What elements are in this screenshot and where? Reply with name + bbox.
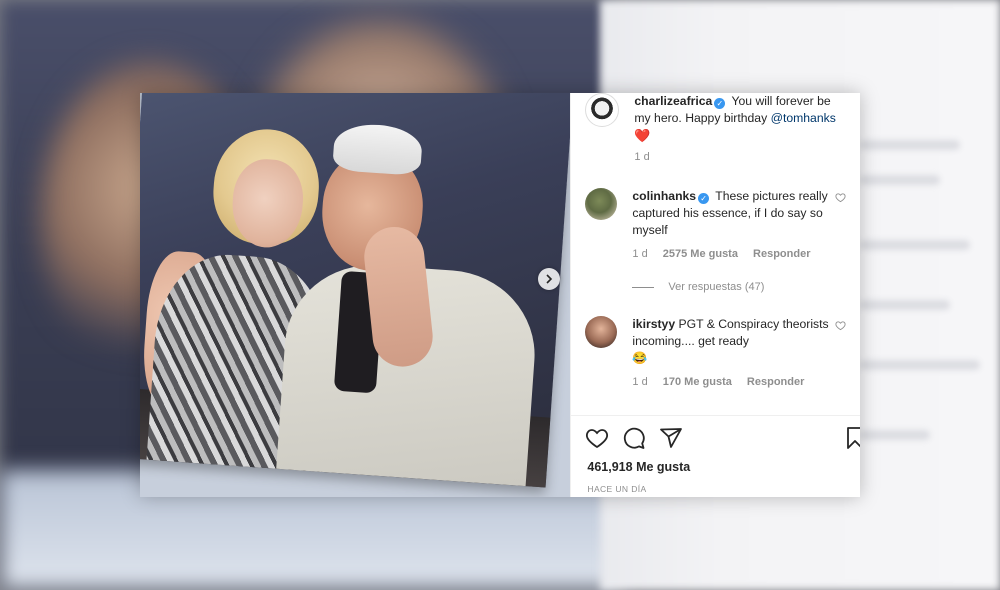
heart-icon[interactable] [835,320,847,331]
comment-username[interactable]: ikirstyy [632,317,675,331]
avatar[interactable] [585,93,620,127]
avatar[interactable] [585,188,618,220]
caption-time[interactable]: 1 d [634,151,649,163]
laughing-emoji: 😂 [632,351,648,365]
heart-emoji: ❤️ [634,128,651,143]
comments-list[interactable]: charlizeafrica ✓ You will forever be my h… [571,93,860,415]
backdrop-text-blur [860,175,940,185]
comment-icon[interactable] [622,426,646,450]
comments-panel: charlizeafrica ✓ You will forever be my h… [570,93,860,497]
mention-link[interactable]: @tomhanks [771,111,836,125]
comment-username[interactable]: colinhanks [632,189,696,203]
reply-button[interactable]: Responder [753,248,810,260]
post-photo[interactable] [140,93,571,497]
comment-likes[interactable]: 170 Me gusta [663,376,732,388]
caption-row: charlizeafrica ✓ You will forever be my h… [585,93,852,163]
bookmark-icon[interactable] [843,426,860,450]
backdrop-text-blur [860,240,970,250]
view-replies-button[interactable]: Ver respuestas (47) [632,281,764,293]
avatar[interactable] [585,316,618,348]
backdrop-text-blur [860,430,930,440]
view-replies-label: Ver respuestas (47) [668,281,765,293]
like-count[interactable]: 461,918 Me gusta [587,460,690,474]
comment-likes[interactable]: 2575 Me gusta [663,248,738,260]
verified-badge-icon: ✓ [714,98,726,109]
comment-time[interactable]: 1 d [632,376,647,388]
comment-row: ikirstyy PGT & Conspiracy theorists inco… [585,316,852,388]
verified-badge-icon: ✓ [698,193,710,204]
reply-button[interactable]: Responder [747,376,804,388]
instagram-post: charlizeafrica ✓ You will forever be my h… [140,93,860,497]
photo-print [140,93,571,488]
post-actions: 461,918 Me gusta HACE UN DÍA [571,415,860,497]
chevron-right-icon [546,274,553,284]
post-timestamp: HACE UN DÍA [587,484,647,494]
man-figure-cap [332,121,424,176]
comment-row: colinhanks ✓ These pictures really captur… [585,188,852,260]
backdrop-text-blur [860,360,980,370]
comment-time[interactable]: 1 d [632,248,647,260]
share-icon[interactable] [659,426,683,450]
heart-icon[interactable] [585,426,609,450]
divider [632,286,655,288]
heart-icon[interactable] [835,192,847,203]
backdrop-text-blur [860,300,950,310]
backdrop-text-blur [860,140,960,150]
caption-username[interactable]: charlizeafrica [634,94,712,108]
